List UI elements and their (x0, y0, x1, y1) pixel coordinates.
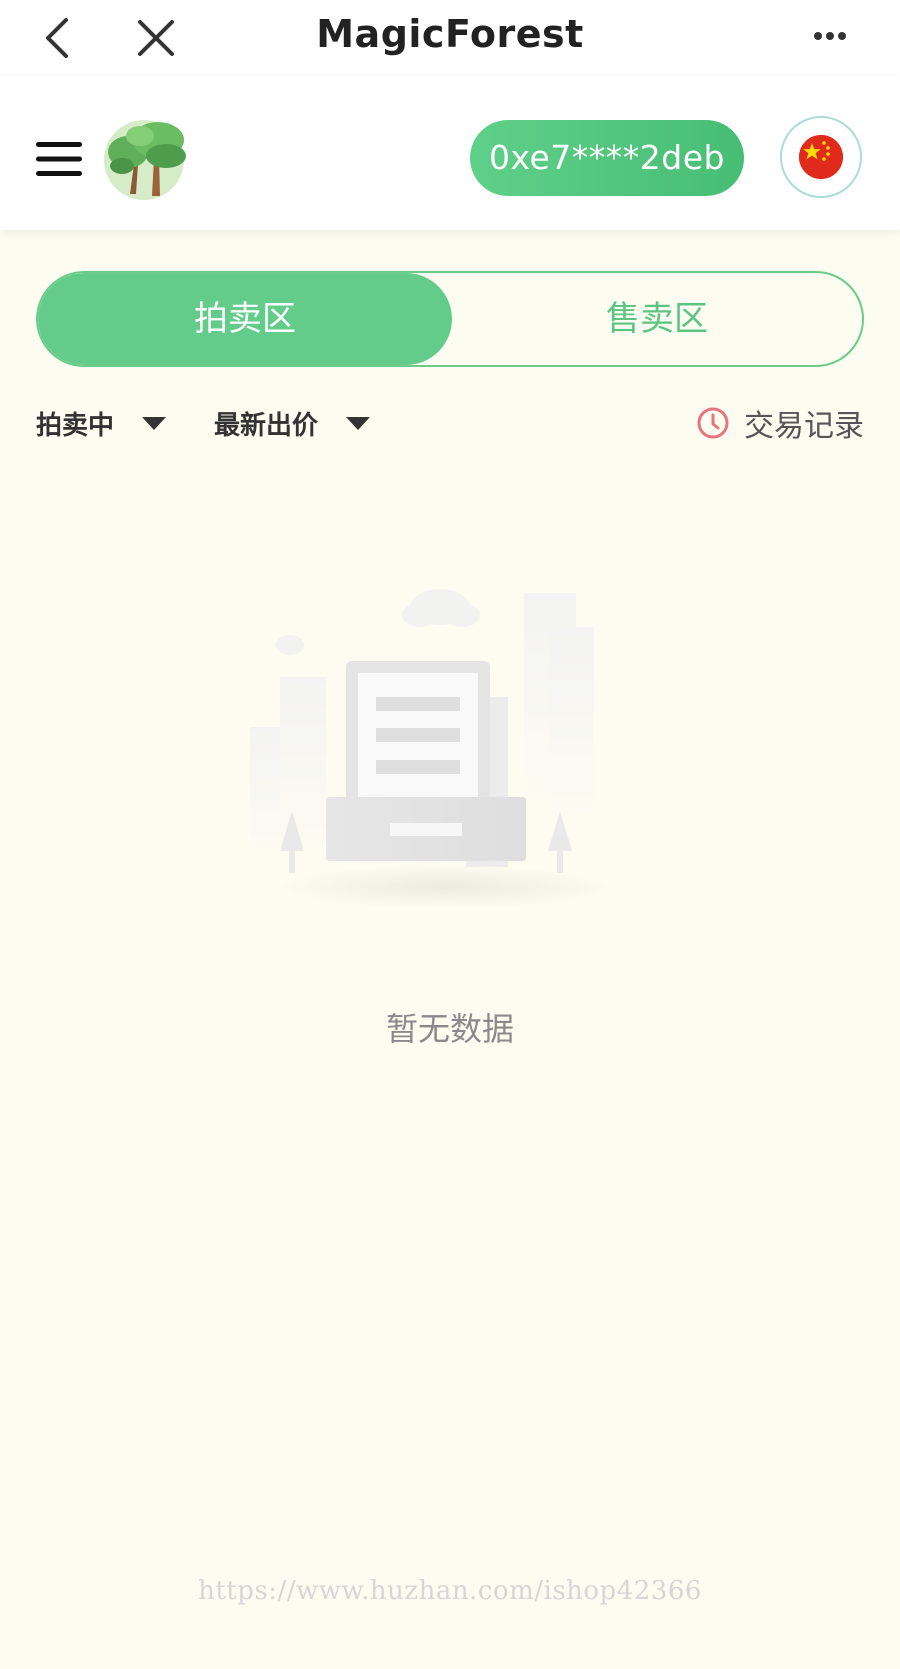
sort-filter-dropdown[interactable]: 最新出价 (214, 398, 371, 448)
trade-history-link[interactable]: 交易记录 (696, 398, 864, 448)
empty-state-text: 暂无数据 (385, 1010, 514, 1048)
china-flag-icon (799, 135, 843, 179)
tab-auction-zone[interactable]: 拍卖区 (38, 273, 452, 365)
filter-bar: 拍卖中 最新出价 交易记录 (0, 398, 900, 448)
app-header: 0xe7****2deb (0, 76, 900, 230)
hamburger-menu-icon[interactable] (36, 142, 82, 176)
page-title: MagicForest (316, 12, 584, 56)
language-button[interactable] (780, 116, 862, 198)
more-dots-icon[interactable] (810, 26, 850, 46)
caret-down-icon (346, 416, 371, 430)
top-bar: MagicForest (0, 0, 900, 76)
watermark-text: https://www.huzhan.com/ishop42366 (198, 1576, 702, 1606)
sort-filter-label: 最新出价 (214, 410, 319, 441)
caret-down-icon (142, 416, 167, 430)
empty-document-illustration (250, 589, 615, 909)
tree-logo-icon (104, 120, 186, 200)
wallet-address-button[interactable]: 0xe7****2deb (470, 120, 744, 196)
trade-history-label: 交易记录 (744, 409, 864, 444)
status-filter-dropdown[interactable]: 拍卖中 (36, 398, 167, 448)
tab-sale-zone[interactable]: 售卖区 (452, 273, 862, 365)
zone-tabs: 拍卖区 售卖区 (36, 271, 864, 367)
clock-icon (697, 407, 729, 439)
status-filter-label: 拍卖中 (36, 410, 115, 441)
